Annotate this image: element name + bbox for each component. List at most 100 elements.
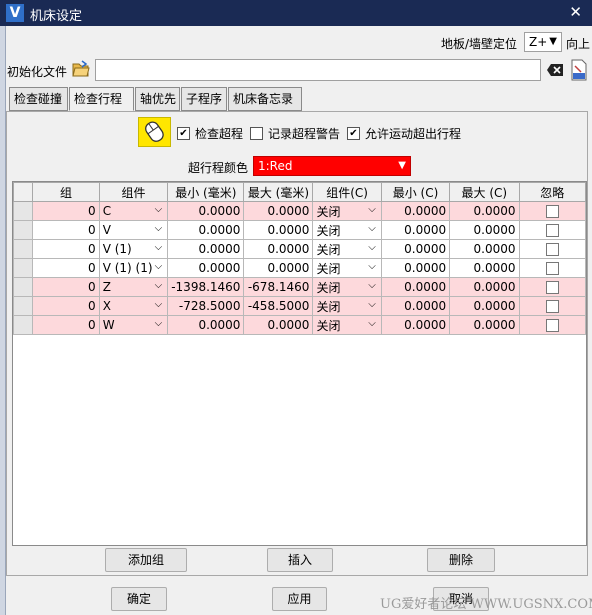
table-header: 组 组件 最小 (毫米) 最大 (毫米) 组件(C) 最小 (C) 最大 (C)… bbox=[12, 182, 586, 202]
tab-machine-memo[interactable]: 机床备忘录 bbox=[228, 87, 302, 111]
max-mm-cell[interactable]: 0.0000 bbox=[243, 315, 314, 335]
max-c-cell[interactable]: 0.0000 bbox=[449, 201, 520, 221]
component-select[interactable]: V ⌵ bbox=[98, 220, 169, 240]
component-c-select[interactable]: 关闭 ⌵ bbox=[312, 296, 382, 316]
min-mm-cell[interactable]: 0.0000 bbox=[167, 201, 245, 221]
watermark: UG爱好者论坛 WWW.UGSNX.COM bbox=[380, 597, 592, 612]
component-c-select[interactable]: 关闭 ⌵ bbox=[312, 220, 382, 240]
add-group-button[interactable]: 添加组 bbox=[105, 548, 187, 572]
max-c-cell[interactable]: 0.0000 bbox=[449, 315, 520, 335]
column-header-ignore[interactable]: 忽略 bbox=[518, 182, 586, 202]
group-cell[interactable]: 0 bbox=[32, 220, 100, 240]
tab-travel-check[interactable]: 检查行程 bbox=[69, 87, 134, 111]
max-mm-cell[interactable]: 0.0000 bbox=[243, 201, 314, 221]
table-row: 0 W ⌵ 0.0000 0.0000 关闭 ⌵ 0.0000 0.0000 bbox=[12, 315, 586, 335]
group-cell[interactable]: 0 bbox=[32, 277, 100, 297]
component-select[interactable]: C ⌵ bbox=[98, 201, 169, 221]
min-c-cell[interactable]: 0.0000 bbox=[380, 201, 451, 221]
ignore-checkbox[interactable] bbox=[545, 243, 559, 256]
close-icon[interactable]: ✕ bbox=[569, 3, 582, 21]
max-c-cell[interactable]: 0.0000 bbox=[449, 258, 520, 278]
folder-open-icon[interactable] bbox=[72, 60, 90, 78]
column-header-min-c[interactable]: 最小 (C) bbox=[380, 182, 451, 202]
max-mm-cell[interactable]: 0.0000 bbox=[243, 258, 314, 278]
tab-collision-check[interactable]: 检查碰撞 bbox=[9, 87, 68, 111]
min-mm-cell[interactable]: 0.0000 bbox=[167, 258, 245, 278]
delete-button[interactable]: 删除 bbox=[427, 548, 495, 572]
row-header[interactable] bbox=[12, 277, 34, 297]
component-select[interactable]: V (1) ⌵ bbox=[98, 239, 169, 259]
ignore-checkbox[interactable] bbox=[545, 300, 559, 313]
max-mm-cell[interactable]: -678.1460 bbox=[243, 277, 314, 297]
component-select[interactable]: V (1) (1) ⌵ bbox=[98, 258, 169, 278]
column-header-group[interactable]: 组 bbox=[32, 182, 100, 202]
column-header-max-c[interactable]: 最大 (C) bbox=[449, 182, 520, 202]
check-overtravel-checkbox[interactable]: ✔ 检查超程 bbox=[177, 125, 243, 142]
min-c-cell[interactable]: 0.0000 bbox=[380, 315, 451, 335]
component-c-select[interactable]: 关闭 ⌵ bbox=[312, 277, 382, 297]
ignore-checkbox[interactable] bbox=[545, 281, 559, 294]
apply-button[interactable]: 应用 bbox=[272, 587, 327, 611]
max-c-cell[interactable]: 0.0000 bbox=[449, 277, 520, 297]
min-c-cell[interactable]: 0.0000 bbox=[380, 258, 451, 278]
orientation-direction-label: 向上 bbox=[566, 37, 591, 51]
component-c-select[interactable]: 关闭 ⌵ bbox=[312, 315, 382, 335]
group-cell[interactable]: 0 bbox=[32, 239, 100, 259]
allow-overtravel-label: 允许运动超出行程 bbox=[365, 127, 462, 141]
max-c-cell[interactable]: 0.0000 bbox=[449, 296, 520, 316]
row-header[interactable] bbox=[12, 258, 34, 278]
row-header[interactable] bbox=[12, 201, 34, 221]
min-mm-cell[interactable]: 0.0000 bbox=[167, 239, 245, 259]
ignore-checkbox[interactable] bbox=[545, 262, 559, 275]
group-cell[interactable]: 0 bbox=[32, 201, 100, 221]
row-header[interactable] bbox=[12, 315, 34, 335]
ok-button[interactable]: 确定 bbox=[111, 587, 167, 611]
component-select[interactable]: X ⌵ bbox=[98, 296, 169, 316]
row-header[interactable] bbox=[12, 239, 34, 259]
max-c-cell[interactable]: 0.0000 bbox=[449, 239, 520, 259]
min-mm-cell[interactable]: -1398.1460 bbox=[167, 277, 245, 297]
group-cell[interactable]: 0 bbox=[32, 296, 100, 316]
component-select[interactable]: W ⌵ bbox=[98, 315, 169, 335]
min-mm-cell[interactable]: 0.0000 bbox=[167, 315, 245, 335]
column-header-min-mm[interactable]: 最小 (毫米) bbox=[167, 182, 245, 202]
column-header-component-c[interactable]: 组件(C) bbox=[312, 182, 382, 202]
init-file-label: 初始化文件 bbox=[7, 65, 68, 79]
column-header-max-mm[interactable]: 最大 (毫米) bbox=[243, 182, 314, 202]
component-c-select[interactable]: 关闭 ⌵ bbox=[312, 201, 382, 221]
min-mm-cell[interactable]: -728.5000 bbox=[167, 296, 245, 316]
column-header-component[interactable]: 组件 bbox=[98, 182, 169, 202]
row-header[interactable] bbox=[12, 220, 34, 240]
min-mm-cell[interactable]: 0.0000 bbox=[167, 220, 245, 240]
min-c-cell[interactable]: 0.0000 bbox=[380, 277, 451, 297]
overtravel-color-select[interactable]: 1:Red ▼ bbox=[253, 156, 411, 176]
table-row: 0 V (1) (1) ⌵ 0.0000 0.0000 关闭 ⌵ 0.0000 0.… bbox=[12, 258, 586, 278]
clear-icon[interactable] bbox=[546, 63, 564, 77]
component-c-select[interactable]: 关闭 ⌵ bbox=[312, 258, 382, 278]
allow-overtravel-checkbox[interactable]: ✔ 允许运动超出行程 bbox=[347, 125, 461, 142]
init-file-input[interactable] bbox=[95, 59, 541, 81]
orientation-axis-select[interactable]: Z+ ▼ bbox=[524, 32, 562, 52]
ignore-checkbox[interactable] bbox=[545, 319, 559, 332]
component-select[interactable]: Z ⌵ bbox=[98, 277, 169, 297]
tab-subprogram[interactable]: 子程序 bbox=[181, 87, 227, 111]
max-mm-cell[interactable]: -458.5000 bbox=[243, 296, 314, 316]
chevron-down-icon: ▼ bbox=[398, 160, 406, 171]
record-warning-checkbox[interactable]: 记录超程警告 bbox=[250, 125, 340, 142]
nc-file-icon[interactable] bbox=[570, 59, 588, 81]
max-c-cell[interactable]: 0.0000 bbox=[449, 220, 520, 240]
ignore-checkbox[interactable] bbox=[545, 205, 559, 218]
max-mm-cell[interactable]: 0.0000 bbox=[243, 220, 314, 240]
insert-button[interactable]: 插入 bbox=[267, 548, 333, 572]
row-header[interactable] bbox=[12, 296, 34, 316]
tab-axis-priority[interactable]: 轴优先 bbox=[135, 87, 180, 111]
check-overtravel-label: 检查超程 bbox=[195, 127, 244, 141]
min-c-cell[interactable]: 0.0000 bbox=[380, 239, 451, 259]
max-mm-cell[interactable]: 0.0000 bbox=[243, 239, 314, 259]
min-c-cell[interactable]: 0.0000 bbox=[380, 220, 451, 240]
ignore-checkbox[interactable] bbox=[545, 224, 559, 237]
min-c-cell[interactable]: 0.0000 bbox=[380, 296, 451, 316]
group-cell[interactable]: 0 bbox=[32, 315, 100, 335]
group-cell[interactable]: 0 bbox=[32, 258, 100, 278]
component-c-select[interactable]: 关闭 ⌵ bbox=[312, 239, 382, 259]
